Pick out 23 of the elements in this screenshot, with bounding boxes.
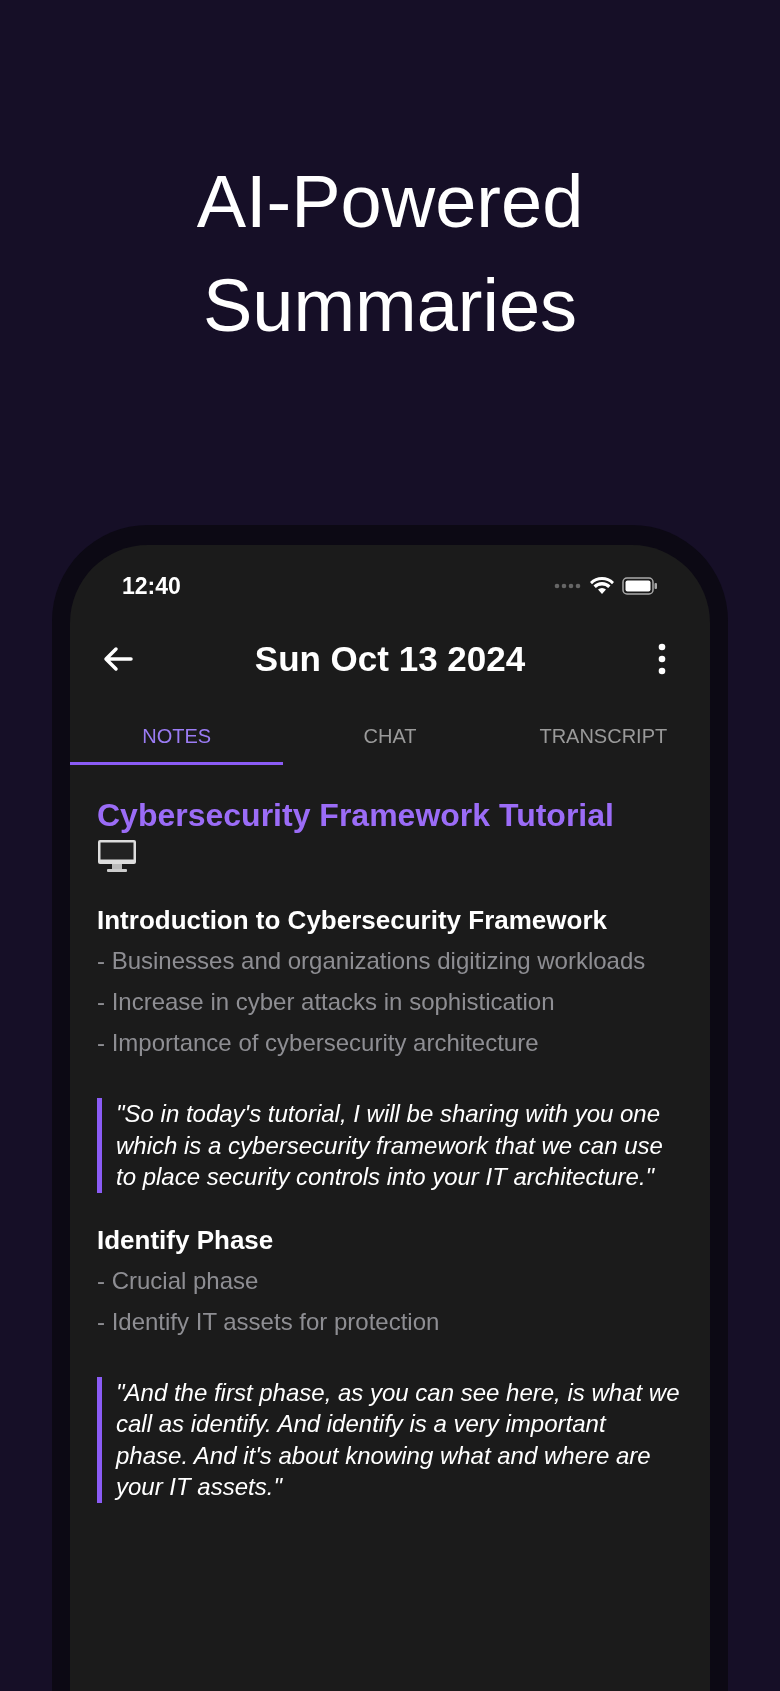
bullet-text: - Increase in cyber attacks in sophistication <box>97 987 556 1017</box>
tab[interactable]: CHAT <box>283 709 497 765</box>
quote-block: "So in today's tutorial, I will be sharing with you one which is a cybersecurity framework that we can use to place security controls into your IT architecture." <box>97 1098 683 1193</box>
section-heading: Introduction to Cybersecurity Framework <box>97 904 608 937</box>
signal-icon <box>554 583 582 589</box>
section-heading: Identify Phase <box>97 1223 275 1257</box>
bullet-text: - Businesses and organizations digitizing workloads <box>97 946 647 976</box>
headline: AI-Powered <box>196 159 584 245</box>
headline: Summaries <box>202 263 578 349</box>
screen-title: Sun Oct 13 2024 <box>254 637 526 680</box>
quote-block: "And the first phase, as you can see here, is what we call as identify. And identify is a very important phase. And it's about knowing what and where are your IT assets." <box>97 1376 683 1503</box>
back-arrow-icon <box>103 646 133 672</box>
battery-icon <box>622 577 658 595</box>
status-time: 12:40 <box>122 571 181 601</box>
tab[interactable]: TRANSCRIPT <box>496 709 710 765</box>
bullet-text: - Importance of cybersecurity architecture <box>97 1028 540 1058</box>
more-icon <box>658 643 666 675</box>
bullet-text: - Crucial phase <box>97 1265 260 1296</box>
tab[interactable]: NOTES <box>70 709 284 765</box>
computer-icon <box>97 839 137 873</box>
note-title: Cybersecurity Framework Tutorial <box>97 796 615 835</box>
bullet-text: - Identify IT assets for protection <box>97 1306 441 1337</box>
wifi-icon <box>590 577 614 595</box>
